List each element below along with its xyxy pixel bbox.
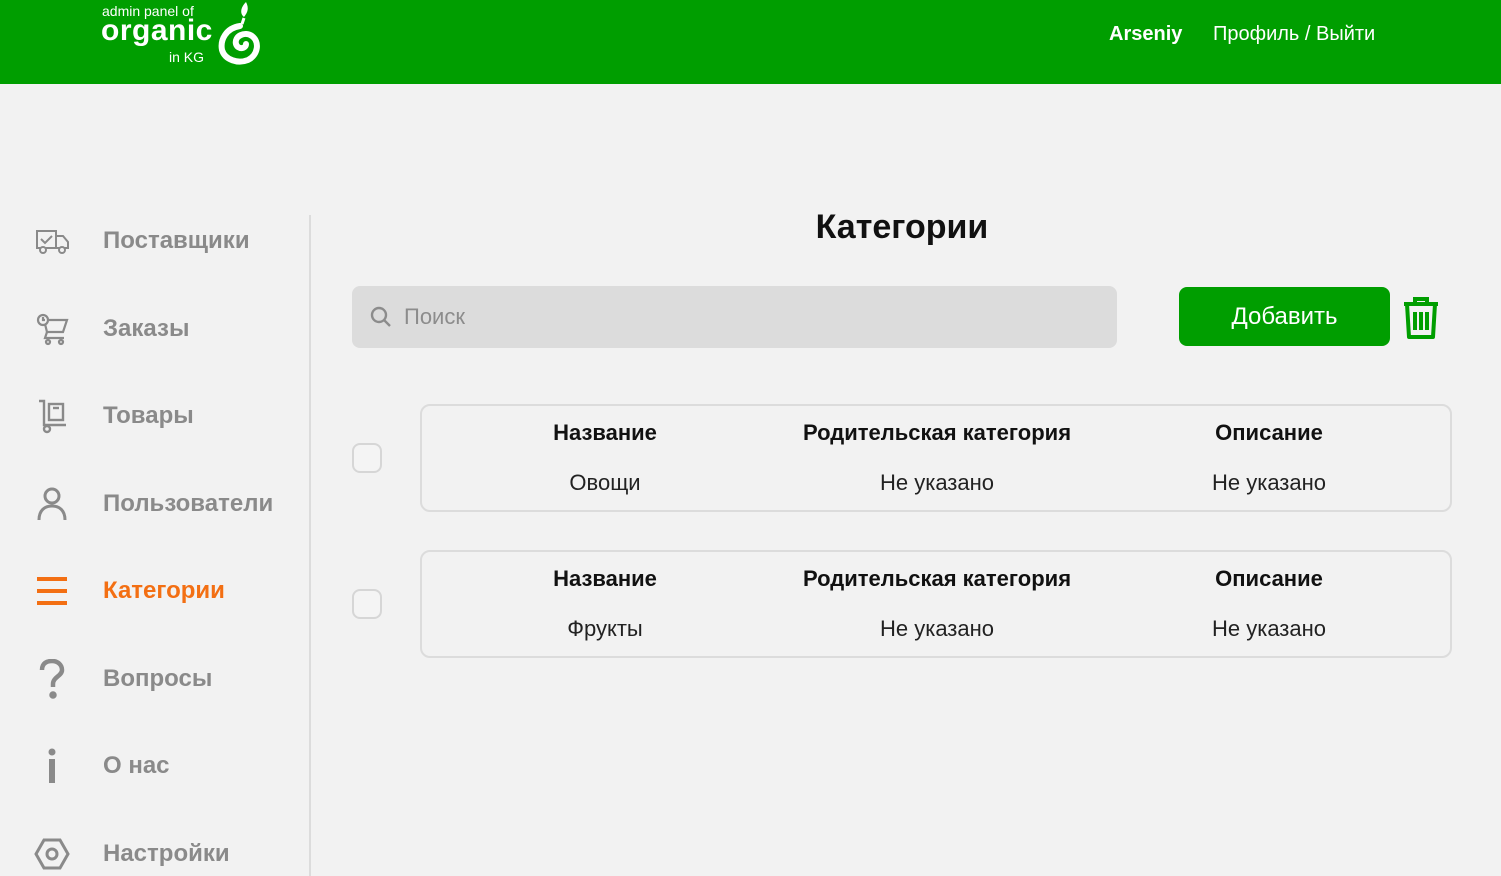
- sidebar-item-products[interactable]: Товары: [30, 391, 300, 441]
- sidebar-item-suppliers[interactable]: Поставщики: [30, 216, 300, 266]
- parent-category: Не указано: [879, 616, 995, 641]
- description-header: Описание: [1215, 420, 1323, 445]
- sidebar-item-label: Вопросы: [103, 665, 213, 692]
- search-bar[interactable]: [352, 286, 1117, 348]
- parent-header: Родительская категория: [802, 420, 1072, 445]
- sidebar-item-label: Пользователи: [103, 490, 274, 517]
- category-description: Не указано: [1211, 470, 1327, 495]
- category-description: Не указано: [1211, 616, 1327, 641]
- sidebar-item-label: О нас: [103, 752, 170, 779]
- sidebar-item-about[interactable]: О нас: [30, 741, 300, 791]
- name-header: Название: [553, 420, 657, 445]
- logo-region: in KG: [169, 49, 205, 65]
- hamburger-menu-icon: [30, 569, 74, 613]
- sidebar-item-label: Товары: [103, 402, 194, 429]
- sidebar-item-label: Поставщики: [103, 227, 250, 254]
- user-icon: [30, 482, 74, 526]
- delete-selected-button[interactable]: [1401, 296, 1441, 340]
- sidebar-item-label: Заказы: [103, 315, 190, 342]
- shopping-cart-icon: [30, 307, 74, 351]
- search-icon: [370, 306, 392, 333]
- sidebar-item-users[interactable]: Пользователи: [30, 479, 300, 529]
- category-name: Фрукты: [567, 616, 643, 641]
- current-user-name[interactable]: Arseniy: [1109, 23, 1182, 46]
- category-card[interactable]: Название Овощи Родительская категория Не…: [420, 404, 1452, 512]
- search-input[interactable]: [404, 286, 1104, 348]
- logo-wordmark: organic: [101, 14, 213, 47]
- row-select-checkbox[interactable]: [352, 443, 382, 473]
- add-category-button[interactable]: Добавить: [1179, 287, 1390, 346]
- sidebar-item-label: Настройки: [103, 840, 230, 867]
- description-header: Описание: [1215, 566, 1323, 591]
- info-icon: [30, 744, 74, 788]
- hand-truck-icon: [30, 394, 74, 438]
- sidebar-item-settings[interactable]: Настройки: [30, 829, 300, 876]
- trash-icon: [1404, 297, 1438, 339]
- row-select-checkbox[interactable]: [352, 589, 382, 619]
- category-card[interactable]: Название Фрукты Родительская категория Н…: [420, 550, 1452, 658]
- sidebar-item-orders[interactable]: Заказы: [30, 304, 300, 354]
- settings-hexagon-icon: [30, 832, 74, 876]
- swirl-leaf-icon: [218, 2, 260, 65]
- parent-category: Не указано: [879, 470, 995, 495]
- question-mark-icon: [30, 657, 74, 701]
- category-name: Овощи: [569, 470, 641, 495]
- top-header: admin panel of organic in KG Arseniy Про…: [0, 0, 1501, 84]
- sidebar-divider: [309, 215, 311, 876]
- parent-header: Родительская категория: [802, 566, 1072, 591]
- sidebar-item-categories[interactable]: Категории: [30, 566, 300, 616]
- name-header: Название: [553, 566, 657, 591]
- sidebar-item-label: Категории: [103, 577, 225, 604]
- organic-logo[interactable]: admin panel of organic in KG: [101, 0, 261, 70]
- profile-logout-link[interactable]: Профиль / Выйти: [1213, 23, 1375, 46]
- sidebar-item-questions[interactable]: Вопросы: [30, 654, 300, 704]
- delivery-truck-icon: [30, 219, 74, 263]
- page-title: Категории: [815, 208, 989, 246]
